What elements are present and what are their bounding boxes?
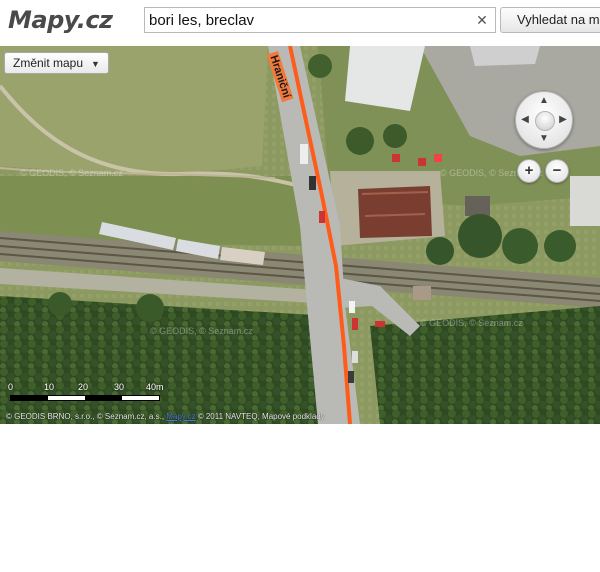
mapy-link[interactable]: Mapy.cz bbox=[166, 412, 195, 421]
arrow-left-icon[interactable]: ◀ bbox=[518, 113, 532, 127]
scale-segment bbox=[11, 396, 48, 400]
search-button[interactable]: Vyhledat na ma bbox=[500, 7, 600, 33]
logo-text: Mapy.cz bbox=[8, 6, 113, 34]
search-input[interactable] bbox=[149, 10, 467, 30]
copyright-suffix: © 2011 NAVTEQ, Mapové podklady bbox=[197, 412, 325, 421]
pan-center-button[interactable] bbox=[535, 111, 555, 131]
scale-segment bbox=[85, 396, 122, 400]
scale-label: 10 bbox=[44, 382, 55, 392]
aerial-map[interactable]: © GEODIS, © Seznam.cz © GEODIS, © Seznam… bbox=[0, 46, 600, 424]
mapy-logo[interactable]: Mapy.cz bbox=[8, 4, 130, 36]
change-map-label: Změnit mapu bbox=[13, 56, 84, 70]
scale-label: 30 bbox=[114, 382, 125, 392]
scale-label: 20 bbox=[78, 382, 89, 392]
map-watermark: © GEODIS, © Seznam.cz bbox=[420, 318, 523, 328]
copyright-notice: © GEODIS BRNO, s.r.o., © Seznam.cz, a.s.… bbox=[6, 412, 325, 421]
arrow-down-icon[interactable]: ▼ bbox=[537, 132, 551, 146]
caret-down-icon: ▼ bbox=[91, 59, 100, 69]
map-watermark: © GEODIS, © Seznam.cz bbox=[20, 168, 123, 178]
arrow-up-icon[interactable]: ▲ bbox=[537, 94, 551, 108]
change-map-button[interactable]: Změnit mapu ▼ bbox=[4, 52, 109, 74]
scale-bar: 0 10 20 30 40m bbox=[6, 382, 166, 406]
close-icon[interactable]: ✕ bbox=[473, 11, 491, 29]
header: Mapy.cz ✕ Vyhledat na ma bbox=[0, 0, 600, 44]
zoom-out-button[interactable]: − bbox=[545, 159, 569, 183]
map-watermark: © GEODIS, © Seznam.cz bbox=[150, 326, 253, 336]
scale-ruler bbox=[10, 395, 160, 401]
satellite-imagery bbox=[0, 46, 600, 424]
pan-control[interactable]: ▲ ▼ ◀ ▶ bbox=[515, 91, 573, 149]
scale-label: 40m bbox=[146, 382, 164, 392]
arrow-right-icon[interactable]: ▶ bbox=[556, 113, 570, 127]
zoom-in-button[interactable]: + bbox=[517, 159, 541, 183]
copyright-prefix: © GEODIS BRNO, s.r.o., © Seznam.cz, a.s.… bbox=[6, 412, 165, 421]
search-box: ✕ bbox=[144, 7, 496, 33]
scale-label: 0 bbox=[8, 382, 14, 392]
